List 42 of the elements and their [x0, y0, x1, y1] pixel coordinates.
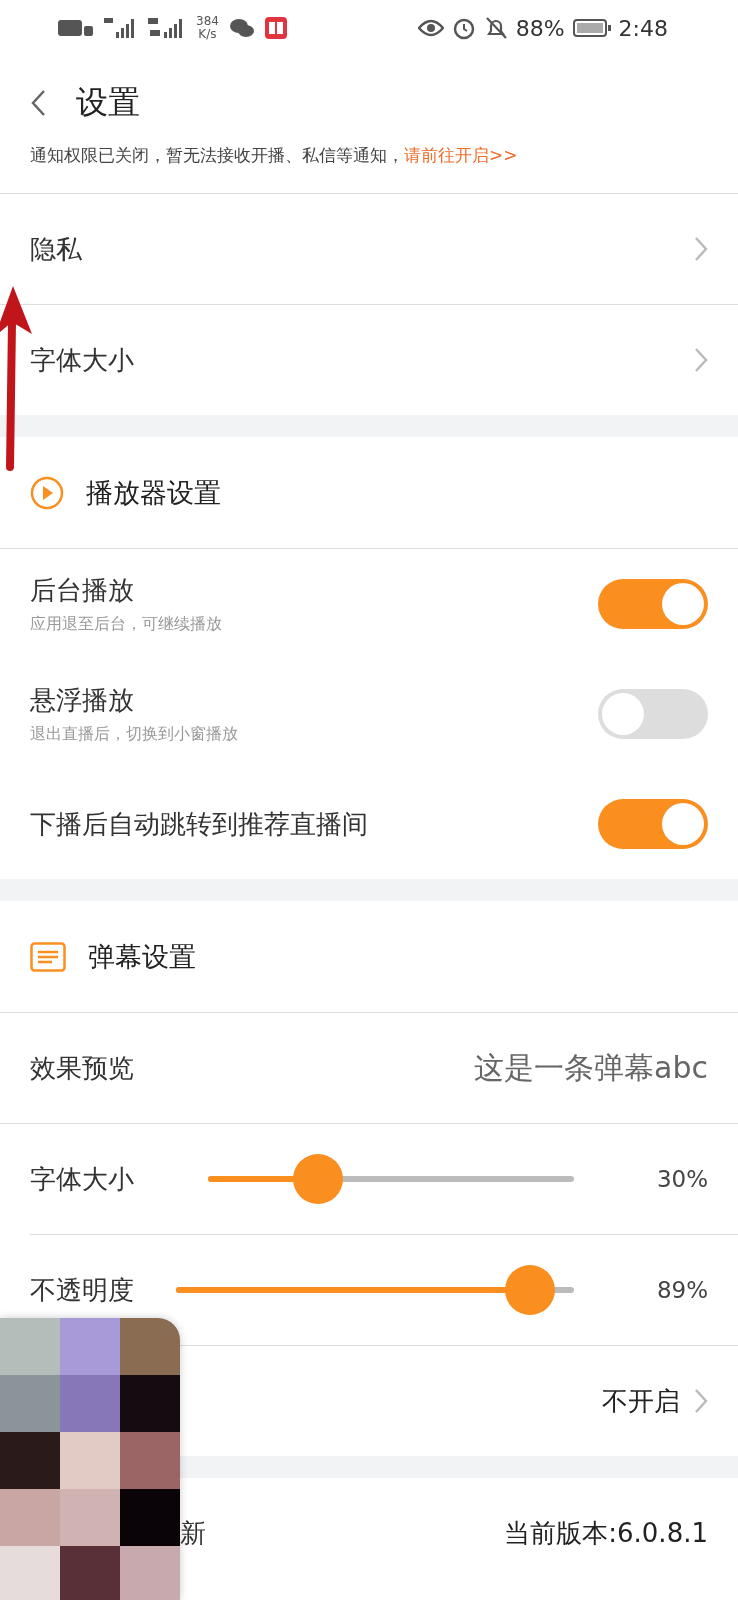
- clock-time: 2:48: [618, 15, 668, 41]
- setting-value: 不开启: [602, 1384, 680, 1418]
- slider-thumb[interactable]: [292, 1154, 343, 1204]
- setting-description: 退出直播后，切换到小窗播放: [30, 724, 239, 745]
- settings-link[interactable]: 请前往开启>>: [404, 145, 518, 165]
- toggle-switch[interactable]: [598, 579, 708, 629]
- setting-label: 隐私: [30, 232, 83, 266]
- setting-label: 新: [180, 1516, 207, 1550]
- setting-label: 效果预览: [30, 1051, 135, 1085]
- chevron-right-icon[interactable]: [694, 347, 708, 373]
- page-title: 设置: [76, 82, 140, 123]
- network-speed: 384: [196, 15, 219, 28]
- setting-label: 字体大小: [30, 1162, 134, 1196]
- chevron-right-icon[interactable]: [694, 1388, 708, 1414]
- toggle-switch[interactable]: [598, 799, 708, 849]
- slider-value: 89%: [655, 1277, 708, 1303]
- muted-bell-icon: [483, 16, 508, 40]
- setting-value: 当前版本:6.0.8.1: [504, 1516, 708, 1550]
- alarm-clock-icon: [451, 16, 476, 40]
- list-icon: [30, 941, 66, 972]
- back-icon[interactable]: [30, 89, 46, 117]
- chevron-right-icon[interactable]: [694, 236, 708, 262]
- battery-percent: 88%: [515, 15, 565, 41]
- network-speed-unit: K/s: [198, 28, 217, 41]
- eye-icon: [417, 18, 444, 38]
- section-title: 播放器设置: [86, 475, 221, 510]
- setting-label: 后台播放: [30, 574, 135, 607]
- book-icon: [264, 17, 287, 39]
- toggle-switch[interactable]: [598, 689, 708, 739]
- setting-label: 下播后自动跳转到推荐直播间: [30, 807, 369, 841]
- section-title: 弹幕设置: [88, 939, 196, 974]
- setting-description: 应用退至后台，可继续播放: [30, 614, 223, 635]
- setting-label: 悬浮播放: [30, 684, 135, 717]
- chat-bubbles-icon: [228, 17, 255, 39]
- slider-value: 30%: [655, 1166, 708, 1192]
- setting-label: 不透明度: [30, 1273, 134, 1307]
- notice-text: 通知权限已关闭，暂无法接收开播、私信等通知，请前往开启>>: [30, 144, 519, 167]
- battery-icon: [572, 18, 611, 38]
- danmaku-preview: 这是一条弹幕abc: [474, 1048, 708, 1087]
- play-icon: [30, 475, 64, 510]
- hd-icon: [58, 18, 94, 38]
- setting-label: 字体大小: [30, 343, 135, 377]
